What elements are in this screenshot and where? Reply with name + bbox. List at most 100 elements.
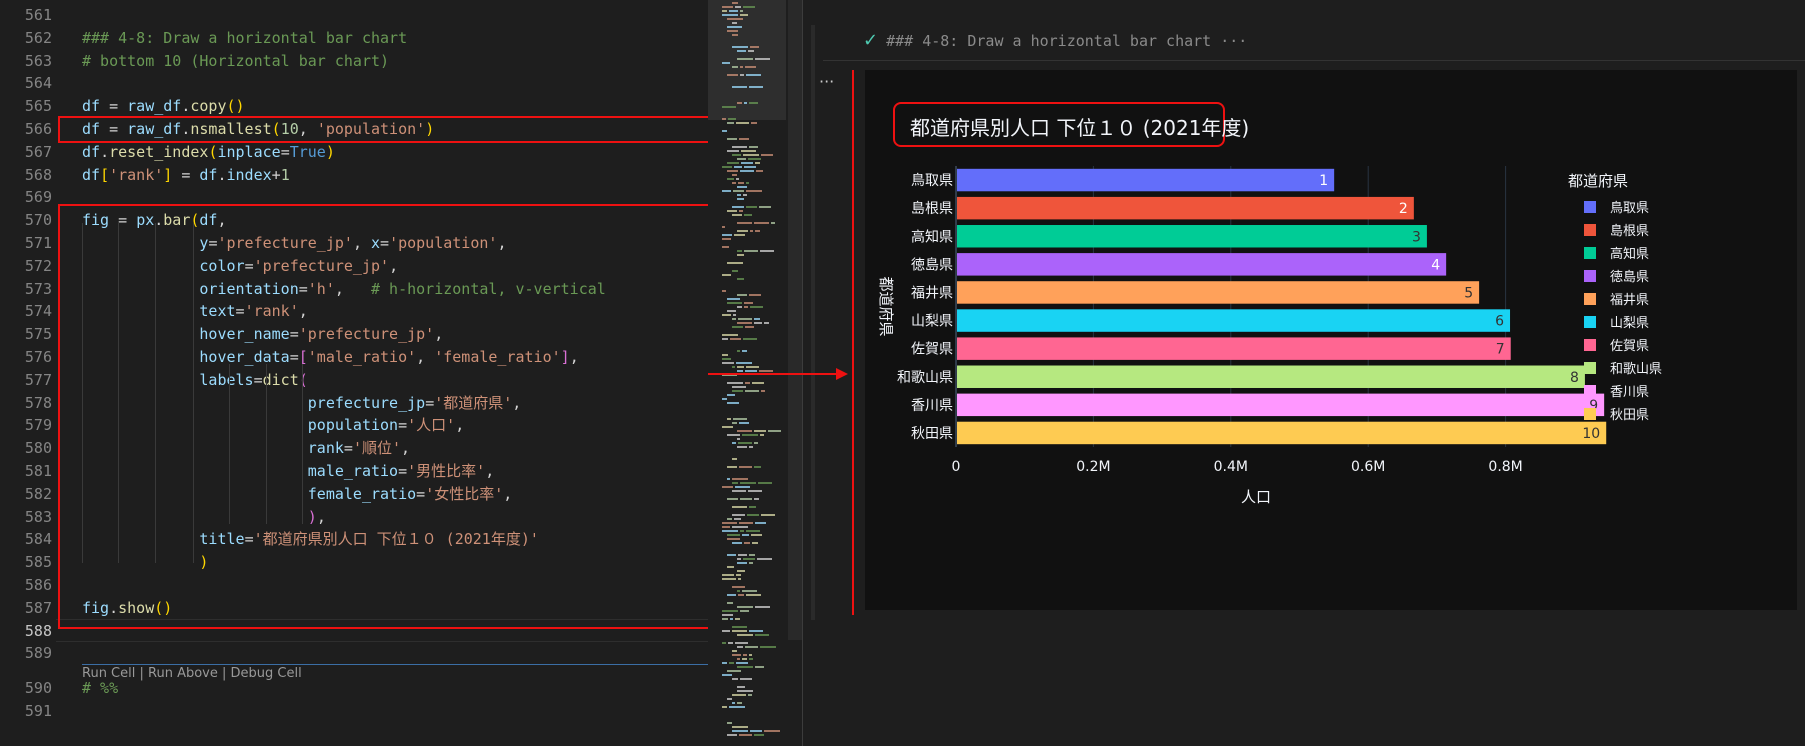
bar[interactable] xyxy=(957,168,1335,192)
bar[interactable] xyxy=(957,337,1511,360)
minimap-line xyxy=(732,86,747,88)
code-line[interactable]: 591 xyxy=(0,700,708,723)
code-line[interactable]: 589 xyxy=(0,642,708,665)
code-editor[interactable]: 561 562 ### 4-8: Draw a horizontal bar cha… xyxy=(0,0,712,746)
minimap-line xyxy=(749,146,758,148)
legend-swatch[interactable] xyxy=(1584,247,1596,259)
legend-swatch[interactable] xyxy=(1584,270,1596,282)
code-line[interactable]: 568 df['rank'] = df.index+1 xyxy=(0,164,708,187)
chart-title: 都道府県別人口 下位１０ (2021年度) xyxy=(910,116,1250,140)
minimap-line xyxy=(729,10,738,12)
minimap-line xyxy=(732,146,747,148)
code-line[interactable]: 567 df.reset_index(inplace=True) xyxy=(0,141,708,164)
code-token: copy xyxy=(190,97,227,116)
code-text[interactable]: # bottom 10 (Horizontal bar chart) xyxy=(82,50,389,73)
legend-swatch[interactable] xyxy=(1584,224,1596,236)
legend-item-label[interactable]: 徳島県 xyxy=(1610,270,1649,285)
line-number: 590 xyxy=(24,679,52,698)
minimap-line xyxy=(761,154,773,156)
code-token: df xyxy=(82,165,101,184)
code-text[interactable]: df.reset_index(inplace=True) xyxy=(82,141,335,164)
bar[interactable] xyxy=(957,309,1511,332)
y-tick-label: 高知県 xyxy=(911,228,953,245)
minimap-slider[interactable] xyxy=(708,0,786,120)
code-text[interactable]: df['rank'] = df.index+1 xyxy=(82,164,290,187)
legend-swatch[interactable] xyxy=(1584,316,1596,328)
minimap-line xyxy=(735,6,741,8)
minimap-line xyxy=(730,338,741,340)
cell-header[interactable]: ✓ ### 4-8: Draw a horizontal bar chart ··… xyxy=(863,30,1247,51)
code-token: # %% xyxy=(82,679,119,698)
minimap-line xyxy=(727,178,734,180)
minimap-line xyxy=(743,338,757,340)
minimap-line xyxy=(738,578,741,580)
minimap-line xyxy=(732,46,748,48)
legend-item-label[interactable]: 福井県 xyxy=(1610,293,1649,308)
minimap-line xyxy=(750,230,753,232)
minimap-line xyxy=(754,466,761,468)
bar[interactable] xyxy=(957,281,1480,304)
interactive-window: ✓ ### 4-8: Draw a horizontal bar chart ··… xyxy=(803,0,1805,746)
legend-item-label[interactable]: 香川県 xyxy=(1610,385,1649,400)
legend-swatch[interactable] xyxy=(1584,385,1596,397)
minimap-line xyxy=(742,350,747,352)
bar[interactable] xyxy=(957,421,1607,445)
minimap-line xyxy=(732,726,748,728)
code-text[interactable]: df = raw_df.copy() xyxy=(82,95,245,118)
minimap-line xyxy=(737,158,746,160)
minimap-line xyxy=(722,226,725,228)
legend-swatch[interactable] xyxy=(1584,339,1596,351)
minimap-line xyxy=(729,662,734,664)
legend-swatch[interactable] xyxy=(1584,201,1596,213)
y-tick-label: 徳島県 xyxy=(911,257,953,273)
legend-item-label[interactable]: 和歌山県 xyxy=(1610,362,1662,377)
line-number: 583 xyxy=(24,507,52,526)
bar[interactable] xyxy=(957,365,1585,388)
plotly-chart[interactable]: 0 0.2M 0.4M 0.6M 0.8M 1 鳥取県 2 島根県 3 高知県 4 徳島県 5 福井県 6 山梨… xyxy=(865,70,1797,610)
legend-item-label[interactable]: 佐賀県 xyxy=(1610,339,1649,354)
code-line[interactable]: 562 ### 4-8: Draw a horizontal bar chart xyxy=(0,27,708,50)
minimap-line xyxy=(727,602,733,604)
minimap-line xyxy=(722,674,732,676)
line-number: 565 xyxy=(24,97,52,116)
scrollbar-thumb[interactable] xyxy=(788,0,802,640)
legend-swatch[interactable] xyxy=(1584,293,1596,305)
code-line[interactable]: 561 xyxy=(0,4,708,27)
legend-item-label[interactable]: 山梨県 xyxy=(1610,316,1649,331)
minimap-line xyxy=(737,294,747,296)
minimap-line xyxy=(740,14,748,16)
minimap-line xyxy=(742,590,757,592)
legend-swatch[interactable] xyxy=(1584,362,1596,374)
bar[interactable] xyxy=(957,196,1414,220)
minimap-line xyxy=(722,238,731,240)
bar[interactable] xyxy=(957,225,1427,248)
minimap-line xyxy=(745,646,758,648)
minimap-line xyxy=(743,6,755,8)
minimap-line xyxy=(759,206,771,208)
bar[interactable] xyxy=(957,393,1605,417)
minimap-line xyxy=(732,206,744,208)
minimap-line xyxy=(768,430,781,432)
legend-item-label[interactable]: 島根県 xyxy=(1610,224,1649,239)
legend-item-label[interactable]: 秋田県 xyxy=(1610,408,1649,423)
cell-codelens[interactable]: Run Cell | Run Above | Debug Cell xyxy=(82,666,302,681)
minimap-line xyxy=(737,58,753,60)
code-line[interactable]: 563 # bottom 10 (Horizontal bar chart) xyxy=(0,50,708,73)
minimap-line xyxy=(727,18,743,20)
minimap-line xyxy=(771,222,775,224)
legend-item-label[interactable]: 鳥取県 xyxy=(1610,201,1649,216)
minimap-line xyxy=(744,250,758,252)
code-text[interactable]: ### 4-8: Draw a horizontal bar chart xyxy=(82,27,407,50)
minimap-line xyxy=(732,2,738,4)
minimap-line xyxy=(755,58,770,60)
minimap-line xyxy=(754,498,759,500)
code-line[interactable]: 565 df = raw_df.copy() xyxy=(0,95,708,118)
code-line[interactable]: 564 xyxy=(0,72,708,95)
y-tick-label: 福井県 xyxy=(911,285,953,301)
legend-item-label[interactable]: 高知県 xyxy=(1610,246,1649,262)
chart-svg[interactable]: 0 0.2M 0.4M 0.6M 0.8M 1 鳥取県 2 島根県 3 高知県 4 徳島県 5 福井県 6 山梨… xyxy=(865,70,1797,610)
minimap-line xyxy=(737,590,740,592)
legend-swatch[interactable] xyxy=(1584,408,1596,420)
more-actions-icon[interactable]: ··· xyxy=(819,72,834,91)
bar[interactable] xyxy=(957,253,1447,276)
